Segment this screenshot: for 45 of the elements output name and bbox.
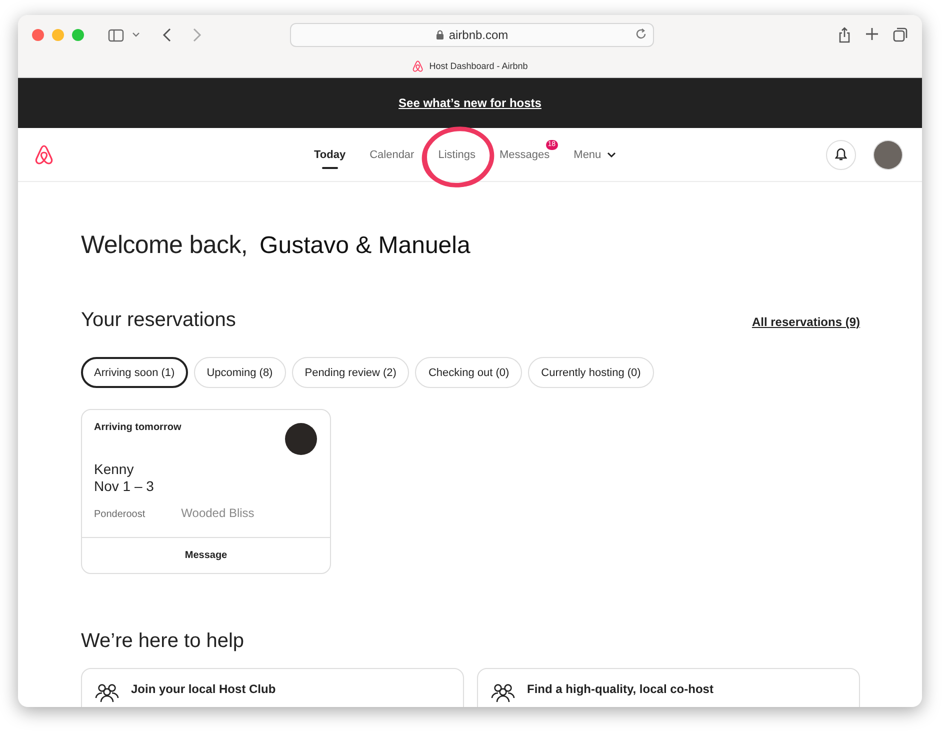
tab-title[interactable]: Host Dashboard - Airbnb <box>429 61 528 71</box>
tabs-overview-icon[interactable] <box>893 27 908 42</box>
share-icon[interactable] <box>838 27 851 43</box>
filter-chip[interactable]: Checking out (0) <box>415 357 522 388</box>
guest-name: Kenny <box>94 461 135 478</box>
reservation-card[interactable]: Arriving tomorrow Kenny Nov 1 – 3 Ponderoost Wooded Bliss Message <box>81 409 331 574</box>
host-name: Gustavo & Manuela <box>260 232 470 260</box>
address-text: airbnb.com <box>448 28 508 42</box>
all-reservations-link[interactable]: All reservations (9) <box>752 315 860 329</box>
lock-icon <box>436 30 444 40</box>
plus-icon[interactable] <box>865 27 879 41</box>
stay-dates: Nov 1 – 3 <box>94 478 155 495</box>
profile-avatar[interactable] <box>874 140 902 168</box>
banner-link[interactable]: See what’s new for hosts <box>398 96 542 110</box>
help-card-title: Find a high-quality, local co-host <box>527 682 714 698</box>
help-card[interactable]: Find a high-quality, local co-host <box>477 668 860 707</box>
people-icon <box>491 681 515 703</box>
close-button[interactable] <box>32 29 44 41</box>
chevron-down-icon[interactable] <box>132 32 140 38</box>
listing-name: Ponderoost <box>94 509 146 520</box>
people-icon <box>95 681 119 703</box>
guest-avatar <box>285 423 317 455</box>
message-button[interactable]: Message <box>82 537 330 573</box>
chevron-down-icon <box>607 152 616 158</box>
listing-note: Wooded Bliss <box>181 506 254 520</box>
section-heading: Your reservations <box>81 309 236 332</box>
logo-icon <box>412 60 424 72</box>
notifications-button[interactable] <box>826 140 856 170</box>
reload-icon[interactable] <box>635 28 647 40</box>
bell-icon <box>835 148 847 161</box>
filter-chip[interactable]: Pending review (2) <box>292 357 410 388</box>
nav-tab[interactable]: Menu <box>562 128 628 181</box>
help-card[interactable]: Join your local Host Club <box>81 668 464 707</box>
nav-tab[interactable]: Today <box>302 128 358 181</box>
section-heading: We’re here to help <box>81 630 246 653</box>
filter-chip[interactable]: Upcoming (8) <box>194 357 286 388</box>
welcome-heading: Welcome back, <box>81 231 248 260</box>
nav-tab[interactable]: Calendar <box>358 128 426 181</box>
sidebar-icon[interactable] <box>108 28 124 42</box>
back-icon[interactable] <box>162 28 172 42</box>
help-card-title: Join your local Host Club <box>131 682 276 698</box>
filter-chip[interactable]: Arriving soon (1) <box>81 357 188 388</box>
filter-chip[interactable]: Currently hosting (0) <box>528 357 654 388</box>
address-bar[interactable]: airbnb.com <box>290 23 654 47</box>
status-text: Arriving tomorrow <box>94 422 182 433</box>
